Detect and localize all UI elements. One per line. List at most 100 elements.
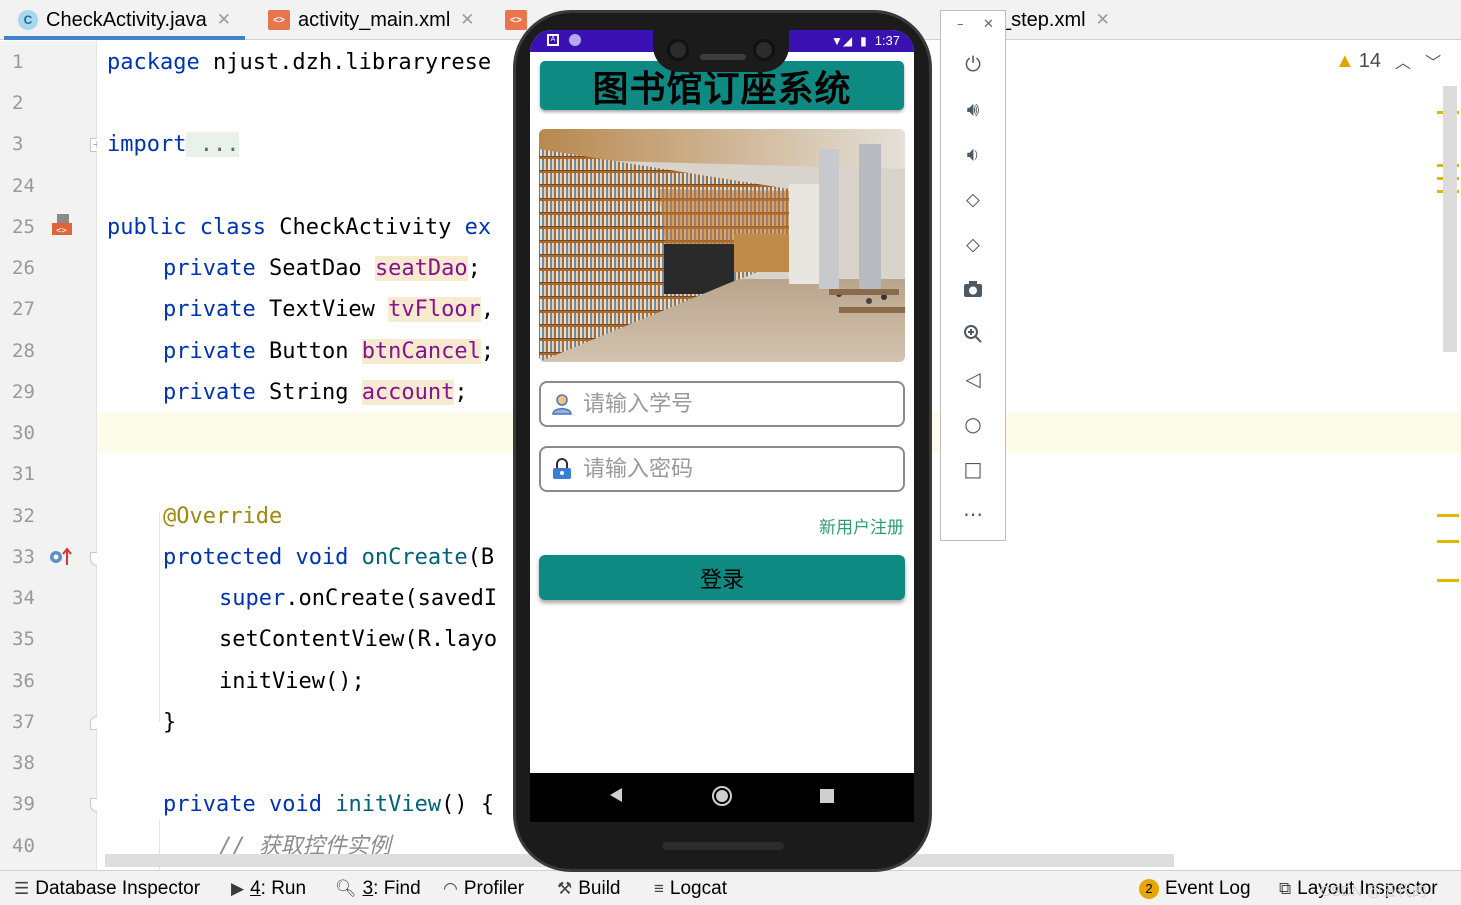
line-number: 32 xyxy=(12,505,35,527)
home-icon[interactable]: ○ xyxy=(960,411,986,437)
event-log-button[interactable]: 2 Event Log xyxy=(1139,871,1251,905)
gauge-icon: ◠ xyxy=(443,878,458,898)
code-line-33: protected void onCreate(B xyxy=(163,545,495,570)
battery-icon: ▮ xyxy=(860,33,867,48)
back-icon[interactable]: ◁ xyxy=(960,366,986,392)
overview-icon[interactable] xyxy=(820,789,834,803)
line-number: 37 xyxy=(12,711,35,733)
tab-checkactivity-java[interactable]: C CheckActivity.java ✕ xyxy=(3,0,246,40)
password-field[interactable] xyxy=(539,446,905,492)
profiler-button[interactable]: ◠ Profiler xyxy=(443,871,524,905)
minimize-icon[interactable]: – xyxy=(957,17,964,32)
code-line-34: super.onCreate(savedI xyxy=(219,586,498,611)
student-id-input[interactable] xyxy=(583,391,883,417)
phone-screen: A ▼◢ ▮ 1:37 图书馆订座系统 请输入学号 新用户注册 登录 xyxy=(530,30,914,822)
database-inspector-button[interactable]: ☰ Database Inspector xyxy=(14,871,200,905)
logcat-button[interactable]: ≡ Logcat xyxy=(654,871,727,905)
xml-file-icon: <> xyxy=(505,10,527,30)
tool-window-bar: ☰ Database Inspector ▶ 4: Run 🔍︎ 3: Find… xyxy=(0,870,1461,905)
more-icon[interactable]: ⋯ xyxy=(960,501,986,527)
code-line-1: package njust.dzh.libraryrese xyxy=(107,50,492,75)
override-gutter-icon[interactable] xyxy=(48,545,74,571)
code-line-3: import ... xyxy=(107,132,240,157)
notification-dot-icon xyxy=(569,34,581,46)
chevron-down-icon[interactable]: ﹀ xyxy=(1425,49,1441,73)
tab-activity-main-xml[interactable]: <> activity_main.xml ✕ xyxy=(268,0,475,40)
code-line-28: private Button btnCancel; xyxy=(163,339,495,364)
event-count-badge: 2 xyxy=(1139,878,1159,899)
search-icon: 🔍︎ xyxy=(335,878,357,898)
bottom-speaker xyxy=(662,842,784,850)
line-number: 3 xyxy=(12,133,24,155)
close-icon[interactable]: ✕ xyxy=(217,10,231,30)
code-line-26: private SeatDao seatDao; xyxy=(163,256,481,281)
watermark: CSDN @五代的 xyxy=(1320,883,1427,900)
rotate-right-icon[interactable]: ⬦ xyxy=(960,231,986,257)
line-number: 2 xyxy=(12,92,24,114)
chevron-up-icon[interactable]: ︿ xyxy=(1395,49,1411,73)
front-camera-icon xyxy=(667,39,689,61)
user-icon xyxy=(552,394,572,415)
layout-inspector-icon: ⧉ xyxy=(1279,878,1292,898)
overview-icon[interactable]: □ xyxy=(960,456,986,482)
code-line-39: private void initView() { xyxy=(163,792,495,817)
xml-file-icon: <> xyxy=(268,10,290,30)
phone-notch xyxy=(653,28,789,72)
back-icon[interactable] xyxy=(608,785,624,805)
vertical-scrollbar[interactable] xyxy=(1443,86,1457,352)
code-line-35: setContentView(R.layo xyxy=(219,627,498,652)
warning-count: 14 xyxy=(1358,49,1382,72)
close-icon[interactable]: ✕ xyxy=(1096,10,1110,30)
zoom-icon[interactable] xyxy=(960,321,986,347)
line-number: 36 xyxy=(12,670,35,692)
close-icon[interactable]: ✕ xyxy=(460,10,474,30)
volume-up-icon[interactable]: 🔊︎ xyxy=(960,96,986,122)
library-image xyxy=(539,129,905,362)
rotate-left-icon[interactable]: ⬦ xyxy=(960,186,986,212)
warning-stripe[interactable] xyxy=(1437,514,1459,517)
line-number: 28 xyxy=(12,340,35,362)
lock-icon xyxy=(553,458,571,479)
volume-down-icon[interactable]: 🔉︎ xyxy=(960,141,986,167)
password-input[interactable] xyxy=(583,456,883,482)
code-line-27: private TextView tvFloor, xyxy=(163,297,495,322)
code-line-29: private String account; xyxy=(163,380,468,405)
close-icon[interactable]: ✕ xyxy=(983,17,994,32)
power-icon[interactable]: ⏻ xyxy=(960,51,986,77)
line-number: 35 xyxy=(12,628,35,650)
android-nav-bar xyxy=(530,773,914,822)
student-id-field[interactable] xyxy=(539,381,905,427)
line-number: 29 xyxy=(12,381,35,403)
code-line-25: public class CheckActivity ex xyxy=(107,215,492,240)
java-class-icon: C xyxy=(18,10,38,30)
home-icon[interactable] xyxy=(711,785,733,807)
tab-step-xml[interactable]: _step.xml ✕ xyxy=(1000,0,1110,40)
warning-stripe[interactable] xyxy=(1437,540,1459,543)
register-link[interactable]: 新用户注册 xyxy=(819,513,904,538)
find-button[interactable]: 🔍︎ 3: Find xyxy=(335,871,421,905)
layout-file-gutter-icon[interactable]: <> xyxy=(50,213,74,241)
build-button[interactable]: ⚒ Build xyxy=(557,871,621,905)
warning-icon: ▲ xyxy=(1335,49,1355,72)
inspection-widget[interactable]: ▲ 14 ︿ ﹀ xyxy=(1335,49,1441,73)
tab-label: _step.xml xyxy=(1000,8,1086,31)
front-camera-icon xyxy=(753,39,775,61)
line-number: 27 xyxy=(12,298,35,320)
camera-icon[interactable] xyxy=(960,276,986,302)
tab-label: activity_main.xml xyxy=(298,8,451,31)
warning-stripe[interactable] xyxy=(1437,579,1459,582)
line-number: 33 xyxy=(12,546,35,568)
tab-label: CheckActivity.java xyxy=(46,8,207,31)
run-icon: ▶ xyxy=(231,878,245,898)
code-line-36: initView(); xyxy=(219,669,365,694)
run-button[interactable]: ▶ 4: Run xyxy=(231,871,306,905)
folded-imports[interactable]: ... xyxy=(186,132,240,157)
line-number: 39 xyxy=(12,793,35,815)
line-number: 1 xyxy=(12,51,24,73)
line-number: 30 xyxy=(12,422,35,444)
line-number: 34 xyxy=(12,587,35,609)
line-number: 40 xyxy=(12,835,35,857)
login-button[interactable]: 登录 xyxy=(539,555,905,600)
notification-icon: A xyxy=(547,34,559,46)
svg-text:<>: <> xyxy=(56,226,67,236)
